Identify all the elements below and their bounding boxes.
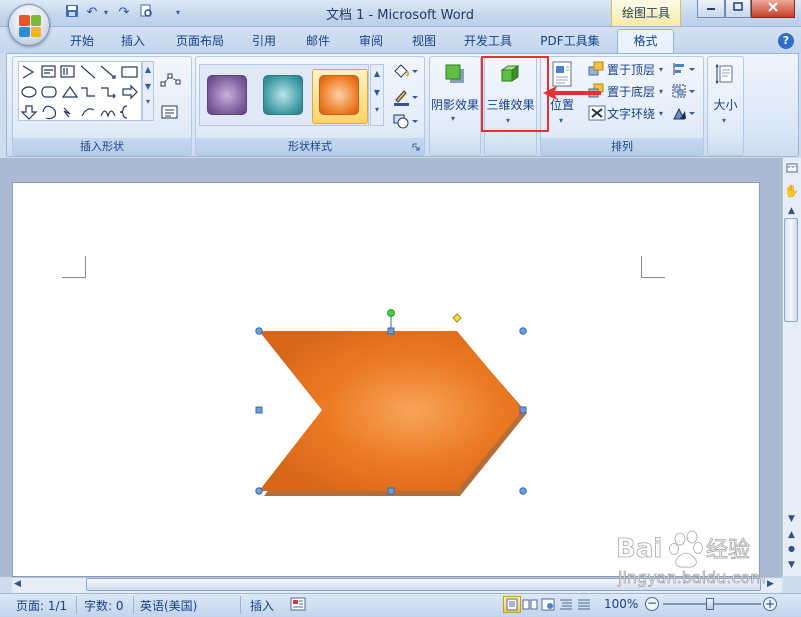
text-wrapping-icon	[588, 105, 606, 121]
group-label-shadow-empty	[430, 138, 480, 155]
shape-outline-button[interactable]	[392, 88, 420, 106]
send-to-back-dropdown-icon[interactable]: ▾	[659, 87, 663, 96]
svg-text:jingyan.baidu.com: jingyan.baidu.com	[617, 568, 766, 587]
scroll-down-icon[interactable]: ▼	[783, 512, 800, 526]
view-print-layout-icon[interactable]	[503, 596, 521, 613]
bring-to-front-dropdown-icon[interactable]: ▾	[659, 65, 663, 74]
group-objects-icon[interactable]	[672, 84, 698, 98]
tab-developer[interactable]: 开发工具	[458, 30, 518, 53]
svg-text:Bai: Bai	[616, 534, 662, 564]
chevron-shape[interactable]	[250, 308, 535, 503]
baidu-jingyan-watermark: Bai 经验 jingyan.baidu.com	[594, 527, 784, 589]
group-label-shape-styles: 形状样式	[196, 138, 424, 155]
position-dropdown-icon[interactable]: ▾	[559, 116, 563, 125]
text-box-icon[interactable]	[160, 104, 180, 120]
group-label-arrange: 排列	[541, 138, 703, 155]
margin-mark-top-left	[62, 256, 86, 278]
zoom-level[interactable]: 100%	[604, 597, 638, 611]
help-icon[interactable]: ?	[778, 33, 794, 49]
status-separator	[240, 596, 241, 614]
size-button[interactable]: 大小	[707, 96, 744, 113]
print-preview-icon[interactable]	[136, 4, 156, 22]
red-arrow-annotation	[541, 84, 603, 102]
tab-mailings[interactable]: 邮件	[298, 30, 338, 53]
shape-style-orange[interactable]	[319, 75, 359, 115]
view-web-layout-icon[interactable]	[540, 597, 556, 612]
scroll-left-icon[interactable]: ◀	[14, 579, 21, 589]
baidu-paw-logo-icon: Bai 经验 jingyan.baidu.com	[616, 530, 766, 587]
bring-to-front-icon	[588, 61, 606, 77]
undo-dropdown-icon[interactable]: ▾	[96, 4, 116, 22]
maximize-button[interactable]	[725, 0, 751, 18]
tab-references[interactable]: 引用	[244, 30, 284, 53]
text-wrapping-button[interactable]: 文字环绕	[607, 105, 655, 122]
margin-mark-top-right	[641, 256, 665, 278]
status-separator	[133, 596, 134, 614]
previous-page-icon[interactable]: ▲	[783, 528, 800, 542]
status-word-count[interactable]: 字数: 0	[84, 597, 124, 614]
send-to-back-button[interactable]: 置于底层	[607, 83, 655, 100]
view-draft-icon[interactable]	[576, 597, 592, 612]
svg-text:经验: 经验	[706, 538, 750, 563]
browse-object-icon[interactable]: ●	[783, 542, 800, 556]
status-page-count[interactable]: 页面: 1/1	[16, 597, 67, 614]
shapes-gallery-scroll[interactable]: ▲ ▼ ▾	[142, 61, 154, 121]
tab-home[interactable]: 开始	[62, 30, 102, 53]
shadow-effects-icon	[443, 62, 467, 86]
highlight-3d-effects	[481, 56, 549, 132]
shape-styles-dialog-launcher-icon[interactable]	[412, 140, 420, 151]
bring-to-front-button[interactable]: 置于顶层	[607, 61, 655, 78]
shape-fill-button[interactable]	[392, 62, 420, 80]
scroll-up-icon[interactable]: ▲	[783, 204, 800, 218]
office-logo-icon	[19, 15, 41, 37]
shape-style-teal[interactable]	[263, 75, 303, 115]
shape-style-purple[interactable]	[207, 75, 247, 115]
vertical-scroll-thumb[interactable]	[784, 218, 798, 322]
tab-review[interactable]: 审阅	[351, 30, 391, 53]
office-button[interactable]	[8, 4, 50, 46]
view-full-screen-reading-icon[interactable]	[522, 597, 538, 612]
text-wrapping-dropdown-icon[interactable]: ▾	[659, 109, 663, 118]
status-separator	[76, 596, 77, 614]
save-icon[interactable]	[62, 4, 82, 22]
size-icon	[715, 62, 737, 86]
view-ruler-icon[interactable]	[783, 162, 800, 176]
window-title: 文档 1 - Microsoft Word	[325, 8, 475, 23]
drawing-tools-context-title: 绘图工具	[611, 0, 681, 26]
status-insert-mode[interactable]: 插入	[250, 597, 274, 614]
edit-shape-icon[interactable]	[160, 72, 184, 90]
rotate-icon[interactable]	[672, 106, 698, 120]
shapes-gallery[interactable]	[18, 61, 142, 121]
shapes-gallery-icons	[20, 65, 138, 120]
hand-tool-icon[interactable]: ✋	[783, 184, 800, 198]
zoom-in-icon[interactable]: +	[763, 597, 777, 611]
shadow-effects-button[interactable]: 阴影效果	[430, 96, 480, 113]
customize-qat-icon[interactable]: ▾	[168, 4, 188, 22]
zoom-slider-thumb[interactable]	[706, 598, 714, 610]
align-icon[interactable]	[672, 62, 698, 76]
redo-icon[interactable]: ↷	[114, 4, 134, 22]
minimize-button[interactable]	[697, 0, 725, 18]
tab-page-layout[interactable]: 页面布局	[170, 30, 230, 53]
tab-format[interactable]: 格式	[617, 29, 674, 54]
macro-record-icon[interactable]	[290, 597, 306, 611]
group-label-3d-empty	[485, 138, 536, 155]
change-shape-button[interactable]	[392, 112, 420, 130]
close-button[interactable]	[751, 0, 795, 18]
tab-view[interactable]: 视图	[404, 30, 444, 53]
shape-styles-scroll[interactable]: ▲ ▼ ▾	[370, 64, 384, 126]
zoom-out-icon[interactable]: −	[645, 597, 659, 611]
group-label-size-empty	[708, 138, 743, 155]
view-outline-icon[interactable]	[558, 597, 574, 612]
group-label-insert-shapes: 插入形状	[13, 138, 191, 155]
next-page-icon[interactable]: ▼	[783, 558, 800, 572]
shadow-effects-dropdown-icon[interactable]: ▾	[451, 114, 455, 123]
size-dropdown-icon[interactable]: ▾	[722, 116, 726, 125]
status-language[interactable]: 英语(美国)	[140, 597, 197, 614]
tab-pdf-tools[interactable]: PDF工具集	[534, 30, 606, 53]
tab-insert[interactable]: 插入	[113, 30, 153, 53]
